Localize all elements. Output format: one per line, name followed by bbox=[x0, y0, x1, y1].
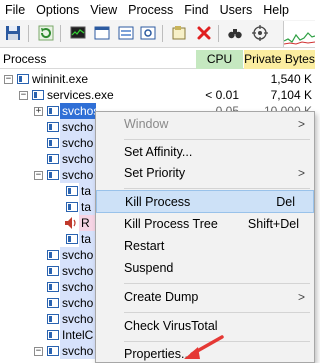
submenu-arrow-icon: > bbox=[297, 117, 305, 131]
private-bytes-value: 7,104 K bbox=[270, 88, 312, 102]
process-icon bbox=[47, 282, 59, 292]
process-name: svchost.exe bbox=[60, 103, 96, 119]
menu-item-set-affinity[interactable]: Set Affinity... bbox=[96, 141, 314, 164]
process-name: svcho bbox=[60, 311, 96, 327]
cpu-graph[interactable] bbox=[283, 21, 316, 47]
process-name: svcho bbox=[60, 295, 96, 311]
menu-file[interactable]: File bbox=[0, 0, 31, 20]
menu-item-restart[interactable]: Restart bbox=[96, 235, 314, 258]
process-icon bbox=[47, 314, 59, 324]
menu-separator bbox=[124, 312, 310, 313]
process-icon bbox=[47, 154, 59, 164]
process-name: R bbox=[79, 215, 96, 231]
menu-users[interactable]: Users bbox=[215, 0, 259, 20]
process-icon bbox=[47, 170, 59, 180]
speaker-icon bbox=[64, 216, 78, 230]
process-name: wininit.exe bbox=[32, 72, 89, 86]
save-icon[interactable] bbox=[4, 24, 22, 42]
process-name: ta bbox=[79, 199, 96, 215]
menu-item-window: Window > bbox=[96, 113, 314, 136]
cpu-value: < 0.01 bbox=[205, 88, 239, 102]
process-name: svcho bbox=[60, 151, 96, 167]
menu-view[interactable]: View bbox=[85, 0, 123, 20]
process-name: svcho bbox=[60, 263, 96, 279]
menu-item-set-priority[interactable]: Set Priority > bbox=[96, 162, 314, 185]
system-info-icon[interactable] bbox=[69, 24, 87, 42]
column-cpu[interactable]: CPU bbox=[196, 50, 243, 69]
toolbar-separator bbox=[28, 25, 29, 42]
column-header: Process CPU Private Bytes bbox=[0, 50, 315, 69]
submenu-arrow-icon: > bbox=[297, 166, 305, 180]
toolbar bbox=[0, 20, 316, 48]
menu-separator bbox=[124, 139, 310, 140]
process-icon bbox=[47, 330, 59, 340]
kill-process-icon[interactable] bbox=[195, 24, 213, 42]
process-icon bbox=[47, 298, 59, 308]
menu-options[interactable]: Options bbox=[31, 0, 85, 20]
menu-item-kill-process[interactable]: Kill Process Del bbox=[96, 190, 314, 213]
private-bytes-value: 1,540 K bbox=[270, 72, 312, 86]
dll-view-icon[interactable] bbox=[117, 24, 135, 42]
target-icon[interactable] bbox=[251, 24, 269, 42]
shortcut-kill-process: Del bbox=[276, 195, 295, 209]
process-name: svcho bbox=[60, 135, 96, 151]
process-icon bbox=[17, 74, 29, 84]
properties-icon[interactable] bbox=[170, 24, 188, 42]
expand-icon[interactable]: + bbox=[34, 107, 43, 116]
process-name: svcho bbox=[60, 343, 96, 359]
process-name: IntelC bbox=[60, 327, 96, 343]
window-icon[interactable] bbox=[93, 24, 111, 42]
process-row[interactable]: − wininit.exe 1,540 K bbox=[0, 71, 315, 87]
process-row[interactable]: − services.exe < 0.01 7,104 K bbox=[0, 87, 315, 103]
process-name: svcho bbox=[60, 119, 96, 135]
process-icon bbox=[47, 106, 59, 116]
column-process[interactable]: Process bbox=[3, 50, 46, 69]
menu-find[interactable]: Find bbox=[179, 0, 214, 20]
menu-process[interactable]: Process bbox=[123, 0, 179, 20]
collapse-icon[interactable]: − bbox=[34, 171, 43, 180]
annotation-arrow-icon bbox=[184, 335, 224, 359]
process-name: ta bbox=[79, 183, 96, 199]
expand-icon[interactable]: − bbox=[34, 347, 43, 356]
refresh-icon[interactable] bbox=[37, 24, 55, 42]
context-menu: Window > Set Affinity... Set Priority > … bbox=[95, 111, 315, 363]
process-icon bbox=[47, 266, 59, 276]
submenu-arrow-icon: > bbox=[297, 290, 305, 304]
menu-separator bbox=[124, 283, 310, 284]
menu-separator bbox=[124, 188, 310, 189]
process-name: svcho bbox=[60, 247, 96, 263]
menu-help[interactable]: Help bbox=[258, 0, 295, 20]
process-name: services.exe bbox=[47, 88, 114, 102]
process-icon bbox=[66, 202, 78, 212]
menu-item-create-dump[interactable]: Create Dump > bbox=[96, 286, 314, 309]
process-name: ta bbox=[79, 231, 96, 247]
process-icon bbox=[32, 90, 44, 100]
shortcut-kill-process-tree: Shift+Del bbox=[247, 217, 299, 231]
process-icon bbox=[47, 138, 59, 148]
collapse-icon[interactable]: − bbox=[19, 91, 28, 100]
process-icon bbox=[47, 250, 59, 260]
menu-item-suspend[interactable]: Suspend bbox=[96, 257, 314, 280]
toolbar-separator bbox=[60, 25, 61, 42]
process-icon bbox=[47, 346, 59, 356]
process-icon bbox=[66, 234, 78, 244]
toolbar-separator bbox=[218, 25, 219, 42]
process-name: svcho bbox=[60, 279, 96, 295]
menu-bar: File Options View Process Find Users Hel… bbox=[0, 0, 315, 20]
toolbar-separator bbox=[162, 25, 163, 42]
column-private-bytes[interactable]: Private Bytes bbox=[244, 50, 315, 69]
process-icon bbox=[66, 186, 78, 196]
process-icon bbox=[47, 122, 59, 132]
process-name: svcho bbox=[60, 167, 96, 183]
find-icon[interactable] bbox=[226, 24, 244, 42]
handle-view-icon[interactable] bbox=[139, 24, 157, 42]
collapse-icon[interactable]: − bbox=[4, 75, 13, 84]
menu-item-kill-process-tree[interactable]: Kill Process Tree Shift+Del bbox=[96, 213, 314, 236]
